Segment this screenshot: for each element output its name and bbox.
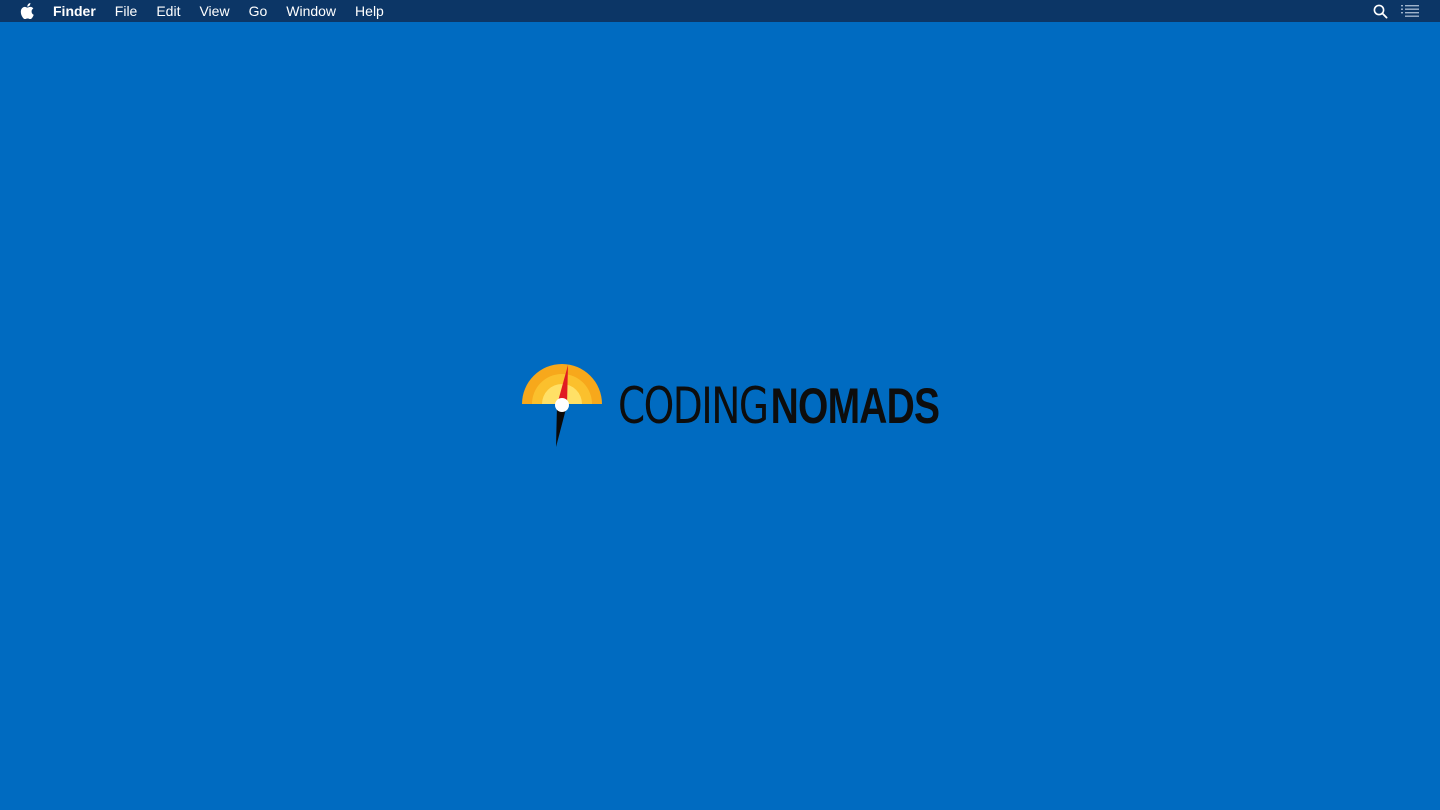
menu-window[interactable]: Window <box>286 0 336 22</box>
spotlight-search-button[interactable] <box>1370 0 1390 22</box>
menu-file[interactable]: File <box>115 0 138 22</box>
notification-center-button[interactable] <box>1400 0 1420 22</box>
menu-finder[interactable]: Finder <box>53 0 96 22</box>
apple-logo-icon <box>20 3 34 19</box>
search-icon <box>1373 4 1388 19</box>
menu-edit[interactable]: Edit <box>156 0 180 22</box>
logo-word-coding: CODING <box>618 377 769 435</box>
menu-go[interactable]: Go <box>249 0 268 22</box>
coding-nomads-logo: CODING NOMADS <box>520 363 940 449</box>
list-icon <box>1401 5 1419 17</box>
menu-bar: Finder File Edit View Go Window Help <box>0 0 1440 22</box>
menu-help[interactable]: Help <box>355 0 384 22</box>
logo-word-nomads: NOMADS <box>770 378 940 434</box>
menu-bar-extras <box>1370 0 1420 22</box>
apple-menu-button[interactable] <box>19 2 35 20</box>
logo-wordmark: CODING NOMADS <box>618 377 940 435</box>
compass-sunrise-icon <box>522 364 602 447</box>
menu-view[interactable]: View <box>199 0 229 22</box>
